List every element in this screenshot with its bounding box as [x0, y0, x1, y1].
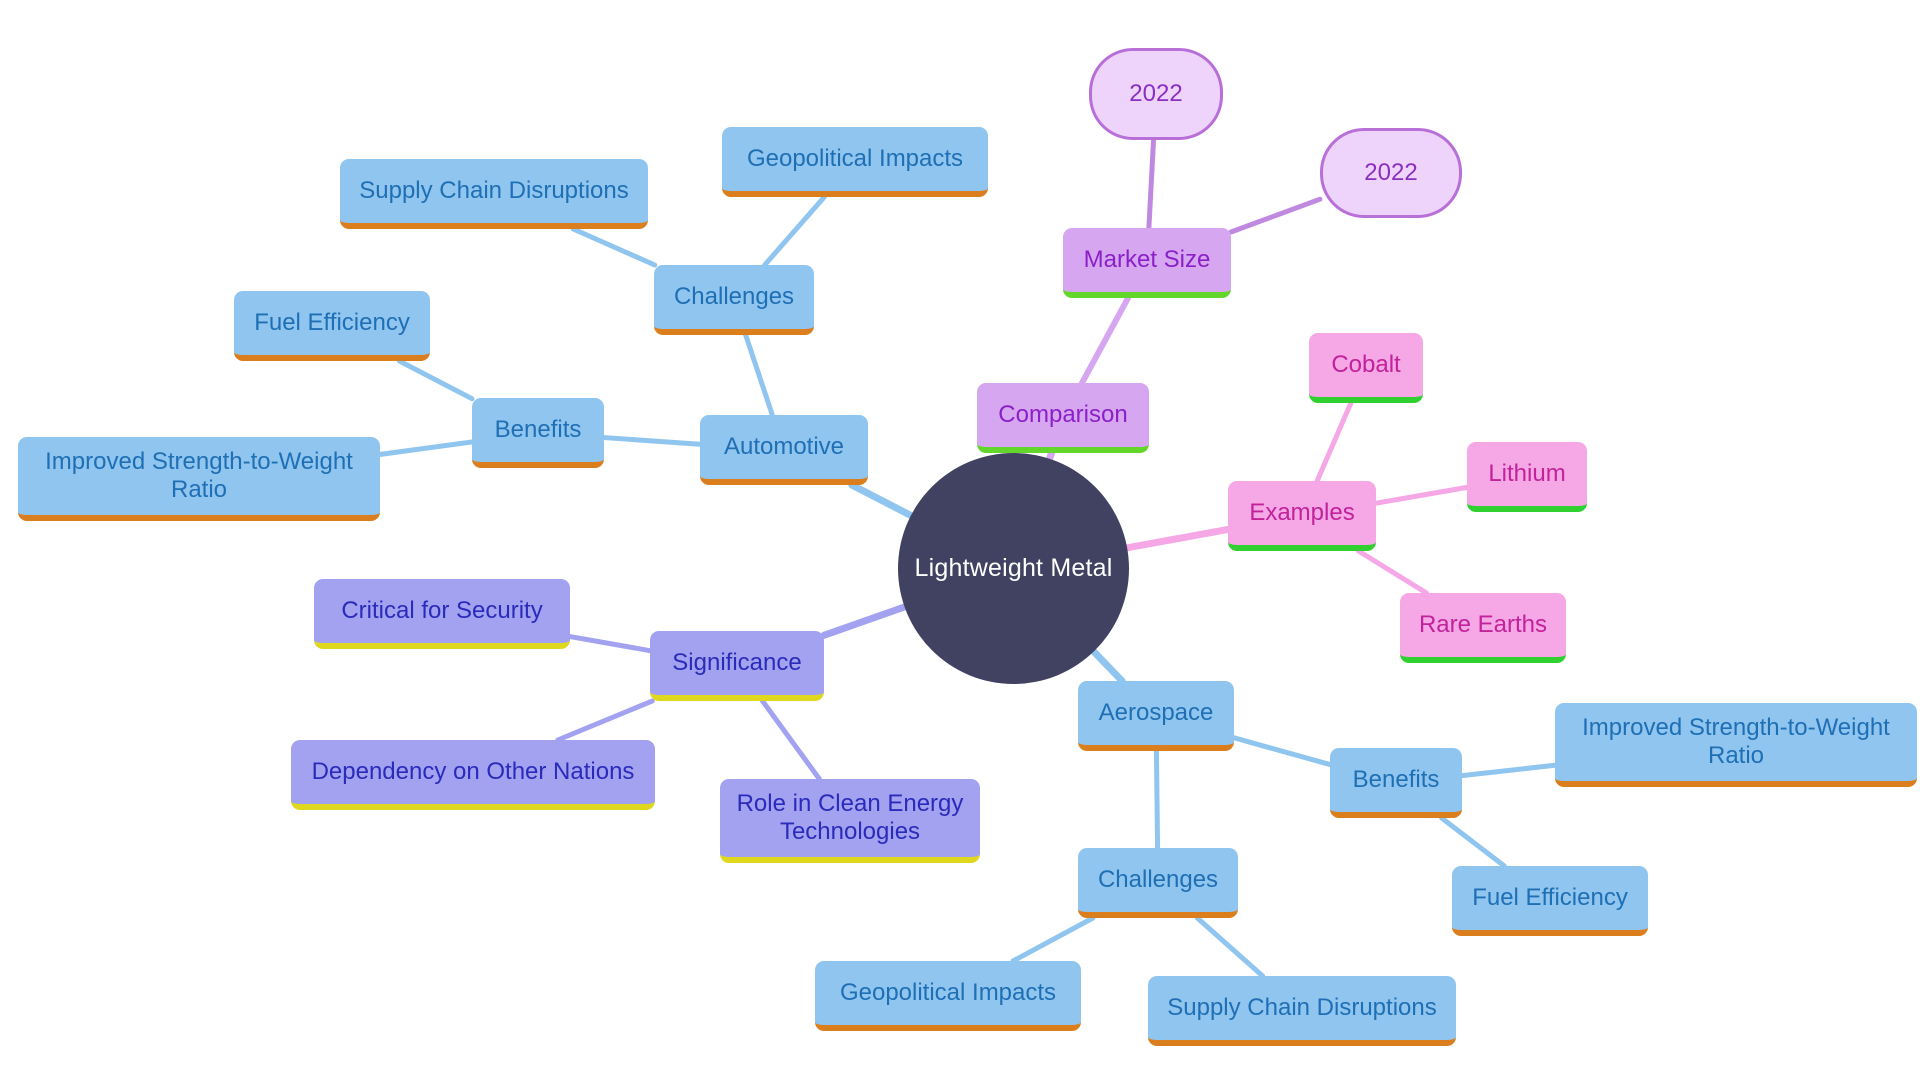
mindmap-edge-aerospace-to-aero-challenges [1153, 748, 1161, 851]
mindmap-node-root[interactable]: Lightweight Metal [898, 453, 1129, 684]
mindmap-node-sig-dependency[interactable]: Dependency on Other Nations [291, 740, 655, 810]
mindmap-node-aero-supply[interactable]: Supply Chain Disruptions [1148, 976, 1456, 1046]
mindmap-edge-aerospace-to-aero-benefits [1231, 735, 1333, 768]
mindmap-edge-significance-to-sig-dependency [555, 698, 655, 743]
mindmap-edge-auto-benefits-to-auto-fuel [396, 358, 475, 402]
mindmap-edge-significance-to-sig-cleanenergy [760, 698, 822, 782]
mindmap-edge-automotive-to-auto-benefits [601, 435, 703, 447]
mindmap-node-automotive[interactable]: Automotive [700, 415, 868, 485]
mindmap-node-auto-challenges[interactable]: Challenges [654, 265, 814, 335]
mindmap-edge-auto-benefits-to-auto-strength [377, 439, 475, 457]
mindmap-edge-market-size-to-market-2022-b [1228, 196, 1323, 235]
mindmap-node-sig-cleanenergy[interactable]: Role in Clean Energy Technologies [720, 779, 980, 863]
mindmap-canvas: Lightweight Metal Automotive Benefits Fuel … [0, 0, 1920, 1080]
mindmap-edge-examples-to-ex-rare-earths [1356, 548, 1429, 596]
mindmap-edge-root-to-automotive [848, 481, 915, 520]
mindmap-node-aerospace[interactable]: Aerospace [1078, 681, 1234, 751]
mindmap-node-aero-geo[interactable]: Geopolitical Impacts [815, 961, 1081, 1031]
mindmap-edge-significance-to-sig-security [567, 634, 653, 654]
mindmap-node-market-2022-a[interactable]: 2022 [1089, 48, 1223, 140]
mindmap-node-significance[interactable]: Significance [650, 631, 824, 701]
mindmap-edge-automotive-to-auto-challenges [743, 332, 775, 418]
mindmap-edge-auto-challenges-to-auto-supply [570, 226, 658, 268]
mindmap-edge-aero-challenges-to-aero-supply [1194, 915, 1266, 979]
mindmap-edge-examples-to-ex-lithium [1373, 484, 1470, 506]
mindmap-node-aero-fuel[interactable]: Fuel Efficiency [1452, 866, 1648, 936]
mindmap-edge-aero-challenges-to-aero-geo [1010, 915, 1096, 964]
mindmap-edge-root-to-aerospace [1090, 648, 1126, 685]
mindmap-edge-comparison-to-market-size [1078, 295, 1132, 386]
mindmap-node-market-2022-b[interactable]: 2022 [1320, 128, 1462, 218]
mindmap-node-comparison[interactable]: Comparison [977, 383, 1149, 453]
mindmap-node-ex-lithium[interactable]: Lithium [1467, 442, 1587, 512]
mindmap-edge-root-to-significance [820, 603, 909, 639]
mindmap-node-aero-challenges[interactable]: Challenges [1078, 848, 1238, 918]
mindmap-node-auto-strength[interactable]: Improved Strength-to-Weight Ratio [18, 437, 380, 521]
mindmap-edge-aero-benefits-to-aero-fuel [1439, 815, 1507, 869]
mindmap-node-aero-strength[interactable]: Improved Strength-to-Weight Ratio [1555, 703, 1917, 787]
mindmap-edge-market-size-to-market-2022-a [1146, 137, 1157, 231]
mindmap-node-examples[interactable]: Examples [1228, 481, 1376, 551]
mindmap-edge-auto-challenges-to-auto-geo [762, 194, 827, 268]
mindmap-node-market-size[interactable]: Market Size [1063, 228, 1231, 298]
mindmap-node-ex-cobalt[interactable]: Cobalt [1309, 333, 1423, 403]
mindmap-edge-examples-to-ex-cobalt [1314, 400, 1354, 484]
mindmap-node-auto-supply[interactable]: Supply Chain Disruptions [340, 159, 648, 229]
mindmap-node-auto-fuel[interactable]: Fuel Efficiency [234, 291, 430, 361]
mindmap-node-auto-benefits[interactable]: Benefits [472, 398, 604, 468]
mindmap-edge-aero-benefits-to-aero-strength [1459, 762, 1558, 779]
mindmap-node-aero-benefits[interactable]: Benefits [1330, 748, 1462, 818]
mindmap-node-auto-geo[interactable]: Geopolitical Impacts [722, 127, 988, 197]
mindmap-edge-root-to-examples [1123, 525, 1232, 552]
mindmap-node-ex-rare-earths[interactable]: Rare Earths [1400, 593, 1566, 663]
mindmap-node-sig-security[interactable]: Critical for Security [314, 579, 570, 649]
